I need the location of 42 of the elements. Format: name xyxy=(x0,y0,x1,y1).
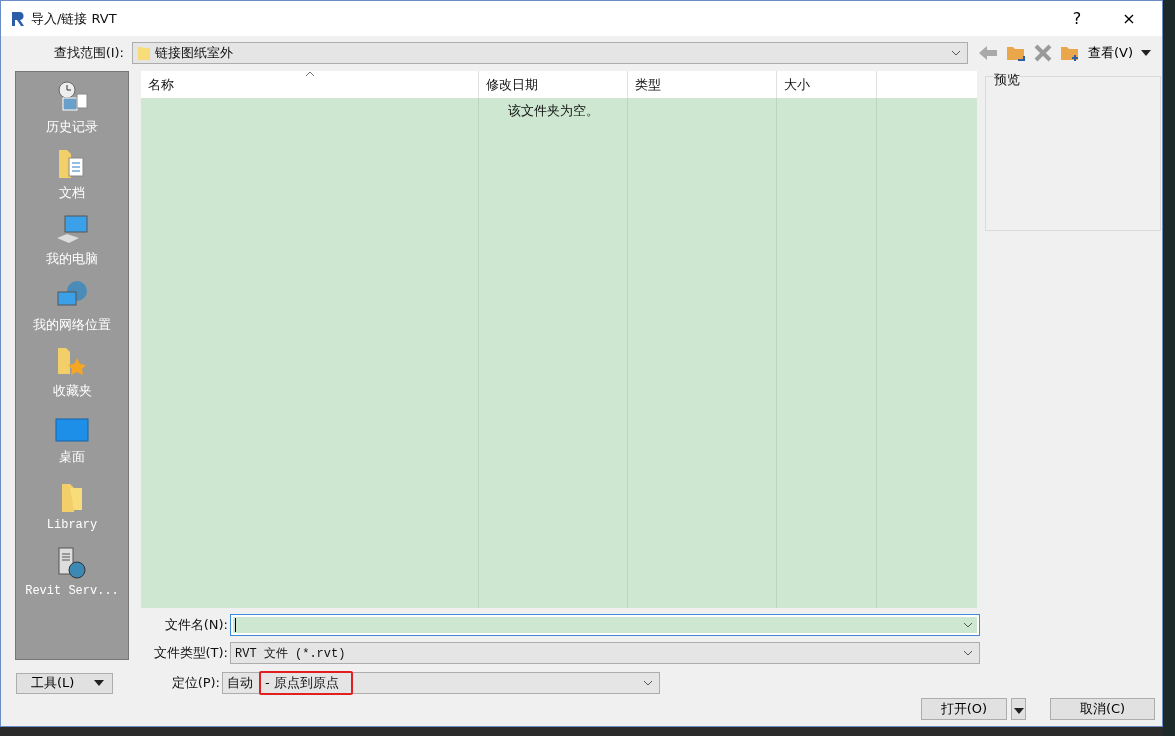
server-globe-icon xyxy=(55,546,89,580)
view-menu-button[interactable]: 查看(V) xyxy=(1088,44,1134,62)
document-folder-icon xyxy=(57,148,87,180)
chevron-down-icon xyxy=(963,650,973,656)
open-button[interactable]: 打开(O) xyxy=(921,698,1007,720)
cancel-button[interactable]: 取消(C) xyxy=(1050,698,1155,720)
star-folder-icon xyxy=(56,346,88,378)
title-bar-button[interactable]: ? xyxy=(1054,3,1100,34)
file-type-label: 文件类型(T): xyxy=(152,644,229,662)
title-bar-button[interactable]: × xyxy=(1106,3,1152,34)
window-title: 导入/链接 RVT xyxy=(31,9,117,28)
folder-icon xyxy=(60,482,84,514)
look-in-label: 查找范围(I): xyxy=(52,44,125,62)
folder-icon xyxy=(137,45,151,61)
chevron-down-icon xyxy=(963,622,973,628)
caret-icon xyxy=(1013,707,1024,714)
column-header[interactable]: 名称 xyxy=(141,71,479,98)
positioning-label: 定位(P): xyxy=(170,674,221,692)
folder-up-icon[interactable] xyxy=(1006,44,1026,62)
desktop-icon xyxy=(55,418,89,444)
clock-documents-icon xyxy=(55,80,89,114)
computer-icon xyxy=(55,214,89,246)
caret-icon xyxy=(94,680,104,686)
file-type-dropdown[interactable]: RVT 文件 (*.rvt) xyxy=(230,642,980,664)
column-header[interactable]: 大小 xyxy=(777,71,877,98)
tools-button[interactable]: 工具(L) xyxy=(16,672,113,694)
chevron-down-icon xyxy=(643,680,653,686)
highlighted-value: - 原点到原点 xyxy=(259,671,353,695)
column-header[interactable]: 类型 xyxy=(628,71,777,98)
file-name-field[interactable] xyxy=(230,614,980,636)
chevron-down-icon xyxy=(951,50,961,56)
sort-caret-icon xyxy=(304,71,315,77)
empty-folder-message: 该文件夹为空。 xyxy=(507,102,599,120)
new-folder-icon[interactable] xyxy=(1060,44,1080,62)
file-name-label: 文件名(N): xyxy=(163,616,229,634)
open-options-button[interactable] xyxy=(1011,698,1026,720)
app-logo-icon xyxy=(11,10,25,27)
positioning-dropdown[interactable]: 自动 - 原点到原点 xyxy=(222,672,660,694)
dropdown-arrow-icon[interactable] xyxy=(1141,50,1152,56)
column-header[interactable]: 修改日期 xyxy=(479,71,628,98)
preview-label: 预览 xyxy=(994,71,1020,89)
look-in-dropdown[interactable]: 链接图纸室外 xyxy=(132,42,968,64)
